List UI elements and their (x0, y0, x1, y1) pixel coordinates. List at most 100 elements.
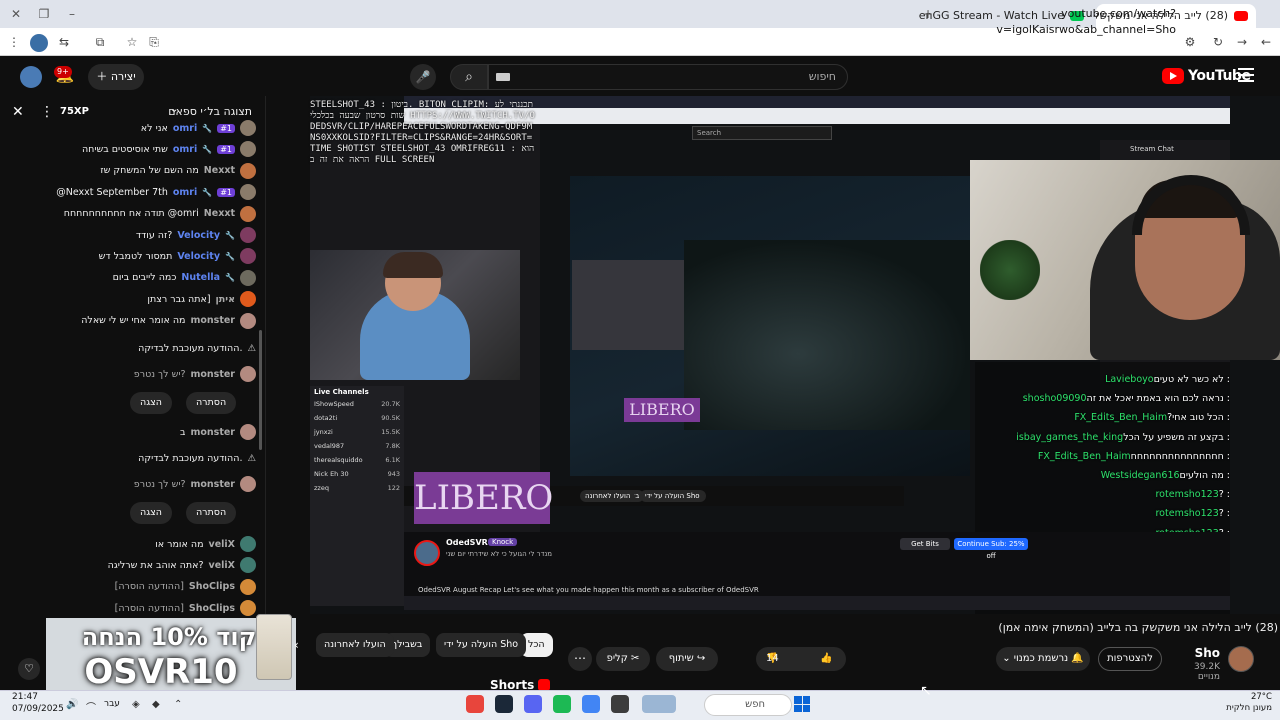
avatar[interactable] (240, 600, 256, 617)
avatar[interactable] (240, 557, 256, 574)
clock-date[interactable]: 07/09/2025 (12, 704, 64, 714)
chat-author[interactable]: monster (190, 369, 235, 380)
extension-icon[interactable]: ⇆ (56, 34, 72, 50)
chat-author[interactable]: monster (190, 315, 235, 326)
avatar[interactable] (240, 312, 256, 329)
channel-name[interactable]: Sho (1180, 646, 1220, 660)
like-count[interactable]: 14 (766, 647, 796, 671)
chat-author[interactable]: Nexxt (204, 165, 235, 176)
create-button[interactable]: ＋ יצירה (88, 64, 144, 90)
overlay-chat-author: shosho09090 (1022, 393, 1087, 405)
volume-icon[interactable]: 🔊 (66, 699, 78, 710)
steam-icon[interactable] (495, 695, 513, 713)
chips-scroll-left-icon[interactable]: ‹ (294, 638, 299, 652)
chip-3[interactable]: הועלו לאחרונה (316, 633, 394, 657)
avatar[interactable] (240, 162, 256, 179)
reload-icon[interactable]: ↻ (1210, 34, 1226, 50)
chat-author[interactable]: monster (190, 427, 235, 438)
chrome-icon[interactable] (466, 695, 484, 713)
network-icon[interactable]: ⌒ (86, 699, 96, 714)
subscribed-button[interactable]: ⌄ נרשמת כמנוי 🔔 (996, 647, 1090, 671)
chat-text: יש לך נטרפ? (133, 478, 186, 490)
stream-chat-title: Stream Chat (1130, 145, 1174, 153)
hide-button[interactable]: הסתרה (185, 502, 237, 524)
chat-author[interactable]: Velocity (177, 230, 220, 241)
chat-author[interactable]: veliX (209, 539, 235, 550)
overlay-chat-author: Lavieboyo (1105, 374, 1154, 385)
tray-app-icon[interactable]: ◆ (152, 699, 160, 710)
spotify-icon[interactable] (553, 695, 571, 713)
heart-reaction-icon[interactable]: ♡ (18, 658, 40, 680)
discord-icon[interactable] (524, 695, 542, 713)
overlay-chat-author: Westsidegan616 (1100, 470, 1180, 481)
taskbar-search[interactable]: חפש (704, 694, 792, 716)
file-explorer-icon[interactable] (611, 695, 629, 713)
avatar[interactable] (240, 291, 256, 308)
chrome-profile-icon[interactable] (582, 695, 600, 713)
more-actions-icon[interactable]: ⋯ (568, 647, 592, 671)
avatar[interactable] (240, 476, 256, 492)
live-channel-row: therealsquiddo 6.1K (314, 456, 400, 468)
account-avatar[interactable] (20, 66, 42, 88)
chat-scrollbar[interactable] (259, 330, 262, 450)
hide-button[interactable]: הסתרה (185, 392, 237, 414)
weather-app-icon[interactable] (642, 695, 676, 713)
window-minimize-icon[interactable]: – (64, 6, 80, 22)
window-close-icon[interactable]: ✕ (8, 6, 24, 22)
guide-menu-icon[interactable] (1238, 68, 1254, 82)
input-language[interactable]: עבר (104, 699, 120, 709)
voice-search-icon[interactable]: 🎤 (410, 64, 436, 90)
tray-app-icon[interactable]: ◈ (132, 699, 140, 710)
clip-button[interactable]: קליפ ✂ (596, 647, 650, 671)
avatar[interactable] (240, 120, 256, 136)
back-icon[interactable]: ← (1258, 34, 1274, 50)
weather-widget[interactable]: 27°C מעונן חלקית (1226, 692, 1272, 714)
show-button[interactable]: הצגה (130, 502, 172, 524)
wrench-icon: 🔧 (202, 187, 213, 197)
avatar[interactable] (240, 578, 256, 595)
avatar[interactable] (240, 184, 256, 201)
windows-start-icon[interactable] (794, 696, 810, 712)
chat-message: veliX אתה אוהב את שרליגה? (8, 555, 256, 575)
chat-author[interactable]: Velocity (177, 251, 220, 262)
avatar[interactable] (240, 141, 256, 158)
chat-author[interactable]: ShoClips (189, 603, 235, 614)
clock-time[interactable]: 21:47 (12, 692, 38, 702)
window-restore-icon[interactable]: ❐ (36, 6, 52, 22)
chat-author[interactable]: veliX (209, 560, 235, 571)
bookmark-star-icon[interactable]: ☆ (124, 34, 140, 50)
like-icon[interactable]: 👍 (820, 647, 832, 671)
continue-sub-button: Continue Sub: 25% off (954, 538, 1028, 560)
chat-author[interactable]: Nexxt (204, 208, 235, 219)
avatar[interactable] (240, 205, 256, 222)
chat-author[interactable]: monster (190, 479, 235, 490)
profile-avatar-icon[interactable] (30, 34, 48, 52)
tray-overflow-icon[interactable]: ⌃ (174, 699, 182, 710)
chat-author[interactable]: omri (173, 144, 197, 155)
avatar[interactable] (240, 424, 256, 440)
avatar[interactable] (240, 227, 256, 243)
chat-author[interactable]: Nutella (181, 272, 220, 283)
chat-author[interactable]: ShoClips (189, 581, 235, 592)
search-button[interactable]: ⌕ (450, 64, 488, 90)
avatar[interactable] (240, 248, 256, 265)
extensions-puzzle-icon[interactable]: ⧉ (92, 34, 108, 50)
screenshot-icon[interactable]: ⎘ (146, 34, 162, 50)
chat-author[interactable]: איתן (216, 294, 235, 305)
forward-icon[interactable]: → (1234, 34, 1250, 50)
share-button[interactable]: שיתוף ↪ (656, 647, 718, 671)
avatar[interactable] (240, 536, 256, 552)
chip-1[interactable]: הועלה על ידי Sho (436, 633, 527, 657)
inner-taskbar (404, 596, 1230, 610)
chat-author[interactable]: omri (173, 123, 197, 134)
show-button[interactable]: הצגה (130, 392, 172, 414)
url-field[interactable]: youtube.com/watch?v=igolKaisrwo&ab_chann… (920, 6, 1176, 36)
avatar[interactable] (240, 366, 256, 382)
avatar[interactable] (240, 269, 256, 286)
chat-message: veliX מה אומר או (8, 534, 256, 554)
site-settings-icon[interactable]: ⚙ (1182, 34, 1198, 50)
join-button[interactable]: להצטרפות (1098, 647, 1162, 671)
chat-author[interactable]: omri (173, 187, 197, 198)
menu-dots-icon[interactable]: ⋮ (6, 34, 22, 50)
channel-avatar[interactable] (1228, 646, 1254, 672)
